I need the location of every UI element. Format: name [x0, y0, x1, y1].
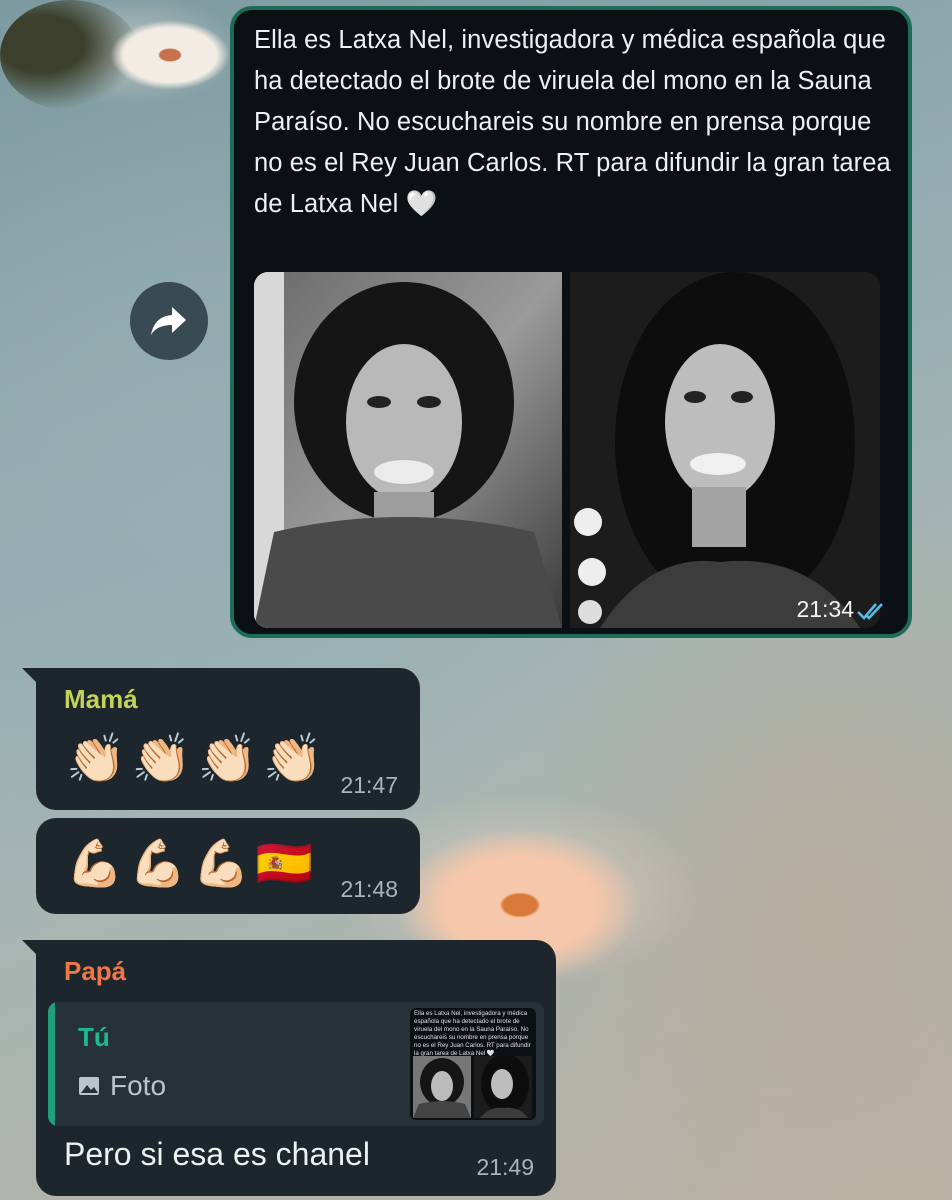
- message-time: 21:48: [340, 876, 398, 902]
- message-time: 21:49: [476, 1154, 534, 1180]
- quoted-thumbnail: Ella es Latxa Nel, investigadora y médic…: [410, 1008, 536, 1120]
- photo-left[interactable]: [254, 272, 562, 628]
- clapping-hands-emoji: 👏🏻: [131, 733, 192, 786]
- flexed-biceps-emoji: 💪🏻: [66, 837, 124, 889]
- message-time: 21:47: [340, 772, 398, 798]
- flexed-biceps-emoji: 💪🏻: [129, 837, 187, 889]
- flexed-biceps-emoji: 💪🏻: [192, 837, 250, 889]
- message-text: Pero si esa es chanel: [64, 1136, 370, 1172]
- spain-flag-emoji: 🇪🇸: [255, 837, 314, 889]
- white-heart-emoji: 🤍: [405, 190, 438, 218]
- quoted-author: Tú: [78, 1022, 110, 1052]
- quoted-type-label: Foto: [110, 1070, 167, 1101]
- bubble-tail: [22, 668, 40, 686]
- clapping-hands-emoji: 👏🏻: [197, 733, 258, 786]
- double-check-read-icon: [857, 603, 883, 620]
- message-time: 21:34: [796, 596, 854, 622]
- thumbnail-text: Ella es Latxa Nel, investigadora y médic…: [414, 1010, 531, 1057]
- sender-name: Mamá: [64, 684, 138, 714]
- incoming-message[interactable]: Mamá 👏🏻 👏🏻 👏🏻 👏🏻 21:47: [22, 668, 420, 810]
- clapping-hands-emoji: 👏🏻: [66, 733, 126, 786]
- photo-right[interactable]: [570, 272, 880, 628]
- wallpaper-flower: [110, 20, 230, 90]
- emoji-row: 💪🏻 💪🏻 💪🏻 🇪🇸: [66, 836, 313, 891]
- quote-accent-bar: [48, 1002, 55, 1126]
- bubble-tail: [22, 940, 40, 958]
- sender-name: Papá: [64, 956, 127, 986]
- thumbnail-photo-left: [413, 1056, 471, 1118]
- outgoing-message[interactable]: Ella es Latxa Nel, investigadora y médic…: [230, 6, 912, 638]
- emoji-row: 👏🏻 👏🏻 👏🏻 👏🏻: [66, 730, 323, 787]
- quoted-message[interactable]: Tú Foto Ella es Latxa Nel, investigadora…: [48, 1002, 544, 1126]
- incoming-message[interactable]: Papá Tú Foto Ella es Latxa Nel, investig…: [22, 940, 556, 1196]
- thumbnail-photo-right: [474, 1056, 532, 1118]
- clapping-hands-emoji: 👏🏻: [263, 733, 324, 786]
- quoted-type: Foto: [78, 1070, 166, 1102]
- photo-icon: [79, 1077, 99, 1095]
- incoming-message[interactable]: 💪🏻 💪🏻 💪🏻 🇪🇸 21:48: [36, 818, 420, 914]
- message-text: Ella es Latxa Nel, investigadora y médic…: [254, 26, 891, 218]
- forward-arrow-icon: [151, 307, 186, 335]
- forward-button[interactable]: [130, 282, 208, 360]
